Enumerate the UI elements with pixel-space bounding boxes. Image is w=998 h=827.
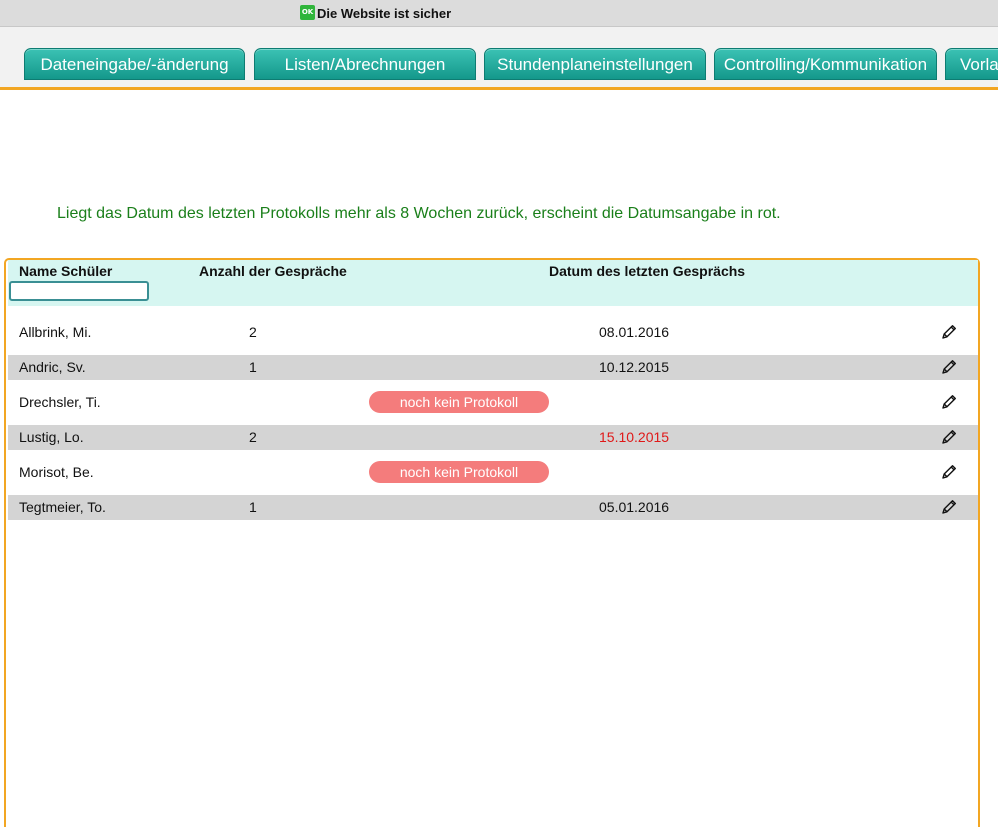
edit-pencil-icon[interactable] bbox=[940, 428, 958, 446]
secure-ok-icon: OK bbox=[300, 5, 315, 20]
security-text: Die Website ist sicher bbox=[317, 6, 452, 21]
tab-listen-abrechnungen[interactable]: Listen/Abrechnungen bbox=[254, 48, 476, 80]
protocol-table-panel: Name Schüler Anzahl der Gespräche Datum … bbox=[4, 258, 980, 827]
column-header-name: Name Schüler bbox=[19, 263, 113, 279]
edit-pencil-icon[interactable] bbox=[940, 323, 958, 341]
no-protocol-badge: noch kein Protokoll bbox=[369, 391, 549, 413]
no-protocol-badge: noch kein Protokoll bbox=[369, 461, 549, 483]
student-name: Andric, Sv. bbox=[19, 359, 86, 375]
conversation-count: 1 bbox=[249, 359, 257, 375]
conversation-count: 2 bbox=[249, 429, 257, 445]
edit-pencil-icon[interactable] bbox=[940, 393, 958, 411]
column-header-date: Datum des letzten Gesprächs bbox=[549, 263, 746, 279]
last-conversation-date-overdue: 15.10.2015 bbox=[599, 429, 670, 445]
student-name-filter-input[interactable] bbox=[9, 281, 149, 301]
tab-vorlagen[interactable]: Vorla bbox=[945, 48, 998, 80]
edit-pencil-icon[interactable] bbox=[940, 498, 958, 516]
tab-stundenplaneinstellungen[interactable]: Stundenplaneinstellungen bbox=[484, 48, 706, 80]
main-navigation: Dateneingabe/-änderung Listen/Abrechnung… bbox=[0, 27, 998, 90]
table-row: Drechsler, Ti. noch kein Protokoll bbox=[8, 390, 978, 415]
last-conversation-date: 08.01.2016 bbox=[599, 324, 670, 340]
tab-dateneingabe[interactable]: Dateneingabe/-änderung bbox=[24, 48, 245, 80]
last-conversation-date: 05.01.2016 bbox=[599, 499, 670, 515]
table-row: Morisot, Be. noch kein Protokoll bbox=[8, 460, 978, 485]
table-row: Tegtmeier, To. 1 05.01.2016 bbox=[8, 495, 978, 520]
tab-controlling-kommunikation[interactable]: Controlling/Kommunikation bbox=[714, 48, 937, 80]
conversation-count: 1 bbox=[249, 499, 257, 515]
table-header: Name Schüler Anzahl der Gespräche Datum … bbox=[8, 260, 978, 306]
last-conversation-date: 10.12.2015 bbox=[599, 359, 670, 375]
student-name: Allbrink, Mi. bbox=[19, 324, 92, 340]
table-row: Andric, Sv. 1 10.12.2015 bbox=[8, 355, 978, 380]
column-header-count: Anzahl der Gespräche bbox=[199, 263, 347, 279]
student-name: Tegtmeier, To. bbox=[19, 499, 106, 515]
student-name: Drechsler, Ti. bbox=[19, 394, 101, 410]
edit-pencil-icon[interactable] bbox=[940, 463, 958, 481]
student-name: Lustig, Lo. bbox=[19, 429, 84, 445]
edit-pencil-icon[interactable] bbox=[940, 358, 958, 376]
security-bar: OK Die Website ist sicher bbox=[0, 0, 998, 27]
info-note: Liegt das Datum des letzten Protokolls m… bbox=[57, 205, 781, 222]
table-row: Lustig, Lo. 2 15.10.2015 bbox=[8, 425, 978, 450]
conversation-count: 2 bbox=[249, 324, 257, 340]
student-name: Morisot, Be. bbox=[19, 464, 94, 480]
table-row: Allbrink, Mi. 2 08.01.2016 bbox=[8, 320, 978, 345]
